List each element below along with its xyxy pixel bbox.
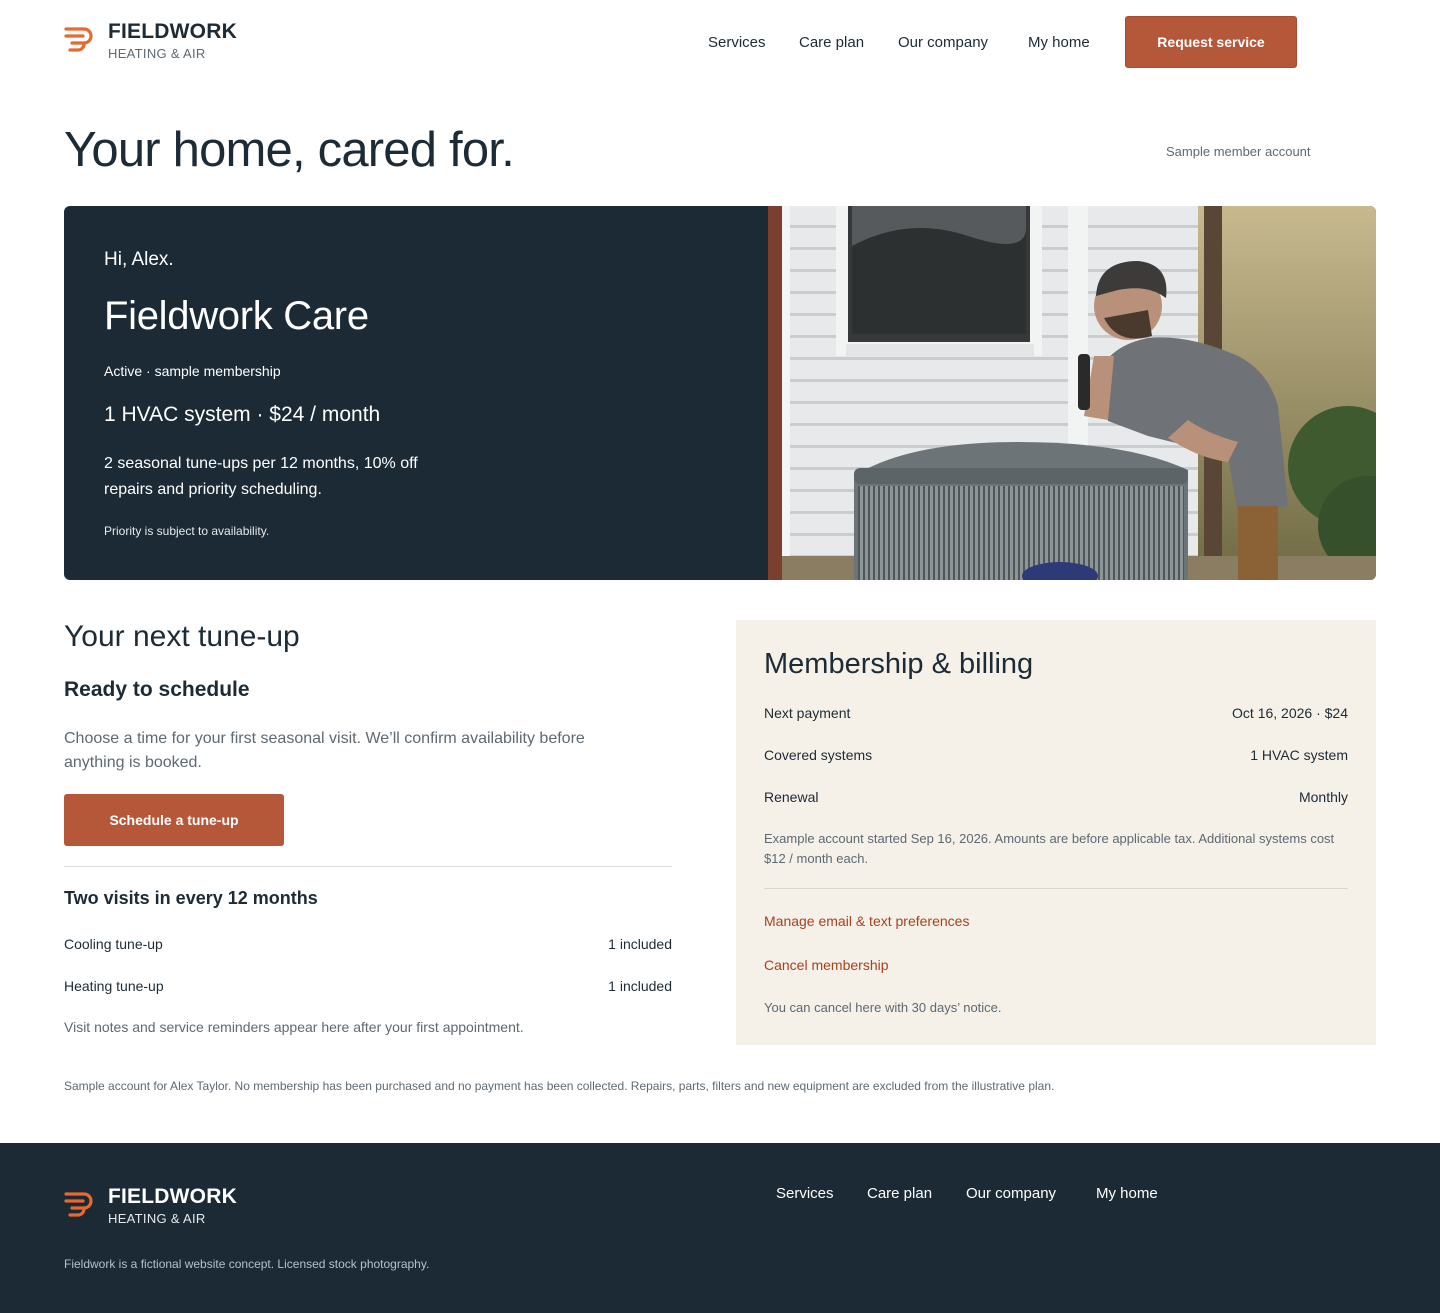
visit-value: 1 included <box>608 978 672 994</box>
schedule-description: Choose a time for your first seasonal vi… <box>64 730 585 771</box>
footer-nav-our-company[interactable]: Our company <box>966 1185 1056 1202</box>
footer-nav-services[interactable]: Services <box>776 1185 834 1202</box>
greeting: Hi, Alex. <box>104 249 174 270</box>
billing-value: Monthly <box>1298 789 1348 805</box>
plan-price: 1 HVAC system · $24 / month <box>104 403 381 426</box>
sample-account-disclaimer: Sample account for Alex Taylor. No membe… <box>64 1079 1055 1093</box>
schedule-tuneup-button[interactable]: Schedule a tune-up <box>64 794 284 846</box>
footer-nav-care-plan[interactable]: Care plan <box>867 1185 932 1202</box>
visit-row-heating: Heating tune-up 1 included <box>64 978 672 994</box>
billing-label: Renewal <box>764 789 819 805</box>
billing-note: Example account started Sep 16, 2026. Am… <box>764 831 1335 866</box>
billing-row-renewal: Renewal Monthly <box>764 789 1348 805</box>
billing-row-covered-systems: Covered systems 1 HVAC system <box>764 747 1348 763</box>
membership-hero-card: Hi, Alex. Fieldwork Care Active · sample… <box>64 206 1376 580</box>
visits-heading: Two visits in every 12 months <box>64 888 318 908</box>
billing-row-next-payment: Next payment Oct 16, 2026 · $24 <box>764 705 1348 721</box>
visit-notes-info: Visit notes and service reminders appear… <box>64 1019 524 1035</box>
visit-label: Heating tune-up <box>64 978 164 994</box>
next-tuneup-heading: Your next tune-up <box>64 620 300 653</box>
site-header: FIELDWORK HEATING & AIR Services Care pl… <box>0 0 1440 86</box>
cancel-membership-link[interactable]: Cancel membership <box>764 957 889 973</box>
sample-account-label: Sample member account <box>1166 144 1311 159</box>
billing-heading: Membership & billing <box>764 648 1034 680</box>
request-service-button[interactable]: Request service <box>1125 16 1297 68</box>
nav-services[interactable]: Services <box>708 34 766 51</box>
visit-label: Cooling tune-up <box>64 936 163 952</box>
visit-value: 1 included <box>608 936 672 952</box>
cancel-notice: You can cancel here with 30 days’ notice… <box>764 1000 1002 1015</box>
site-footer: FIELDWORK HEATING & AIR Services Care pl… <box>0 1143 1440 1313</box>
brand-logo[interactable]: FIELDWORK HEATING & AIR <box>64 20 237 62</box>
visit-row-cooling: Cooling tune-up 1 included <box>64 936 672 952</box>
ready-to-schedule-heading: Ready to schedule <box>64 678 250 701</box>
technician-photo <box>768 206 1376 580</box>
billing-value: Oct 16, 2026 · $24 <box>1232 705 1348 721</box>
footer-note: Fieldwork is a fictional website concept… <box>64 1257 430 1271</box>
billing-label: Covered systems <box>764 747 873 763</box>
plan-name: Fieldwork Care <box>104 294 369 338</box>
billing-label: Next payment <box>764 705 851 721</box>
nav-our-company[interactable]: Our company <box>898 34 988 51</box>
priority-fine-print: Priority is subject to availability. <box>104 524 270 538</box>
membership-status: Active · sample membership <box>104 363 281 379</box>
page-title: Your home, cared for. <box>64 123 515 177</box>
billing-value: 1 HVAC system <box>1250 747 1348 763</box>
section-divider <box>64 866 672 867</box>
manage-preferences-link[interactable]: Manage email & text preferences <box>764 913 969 929</box>
nav-care-plan[interactable]: Care plan <box>799 34 864 51</box>
footer-nav-my-home[interactable]: My home <box>1096 1185 1158 1202</box>
fieldwork-logo-icon <box>64 1192 93 1217</box>
membership-billing-card: Membership & billing Next payment Oct 16… <box>736 620 1376 1045</box>
fieldwork-logo-icon <box>64 27 93 52</box>
nav-my-home[interactable]: My home <box>1028 34 1090 51</box>
billing-divider <box>764 888 1348 889</box>
footer-brand-tagline: HEATING & AIR <box>108 1211 206 1226</box>
brand-tagline: HEATING & AIR <box>108 46 206 61</box>
brand-name: FIELDWORK <box>108 20 237 43</box>
footer-brand-name: FIELDWORK <box>108 1185 237 1208</box>
hero-text-panel: Hi, Alex. Fieldwork Care Active · sample… <box>64 206 768 580</box>
plan-benefits: 2 seasonal tune-ups per 12 months, 10% o… <box>104 455 418 498</box>
footer-brand-logo[interactable]: FIELDWORK HEATING & AIR <box>64 1185 237 1227</box>
